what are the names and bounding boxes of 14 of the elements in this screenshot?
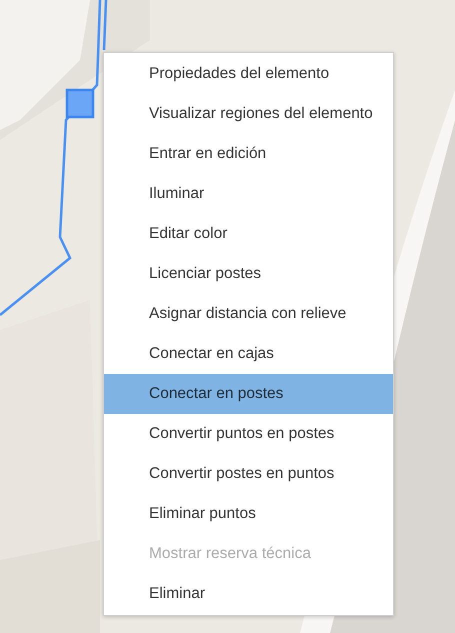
menu-item[interactable]: Asignar distancia con relieve [104, 294, 393, 334]
menu-item[interactable]: Propiedades del elemento [104, 54, 393, 94]
menu-item[interactable]: Iluminar [104, 174, 393, 214]
cable-line-drawing[interactable] [0, 0, 108, 316]
menu-item[interactable]: Editar color [104, 214, 393, 254]
menu-item[interactable]: Eliminar [104, 574, 393, 614]
menu-item[interactable]: Convertir puntos en postes [104, 414, 393, 454]
menu-item[interactable]: Conectar en postes [104, 374, 393, 414]
menu-item[interactable]: Licenciar postes [104, 254, 393, 294]
menu-item[interactable]: Convertir postes en puntos [104, 454, 393, 494]
menu-item[interactable]: Visualizar regiones del elemento [104, 94, 393, 134]
menu-item[interactable]: Eliminar puntos [104, 494, 393, 534]
menu-item[interactable]: Entrar en edición [104, 134, 393, 174]
menu-item[interactable]: Conectar en cajas [104, 334, 393, 374]
